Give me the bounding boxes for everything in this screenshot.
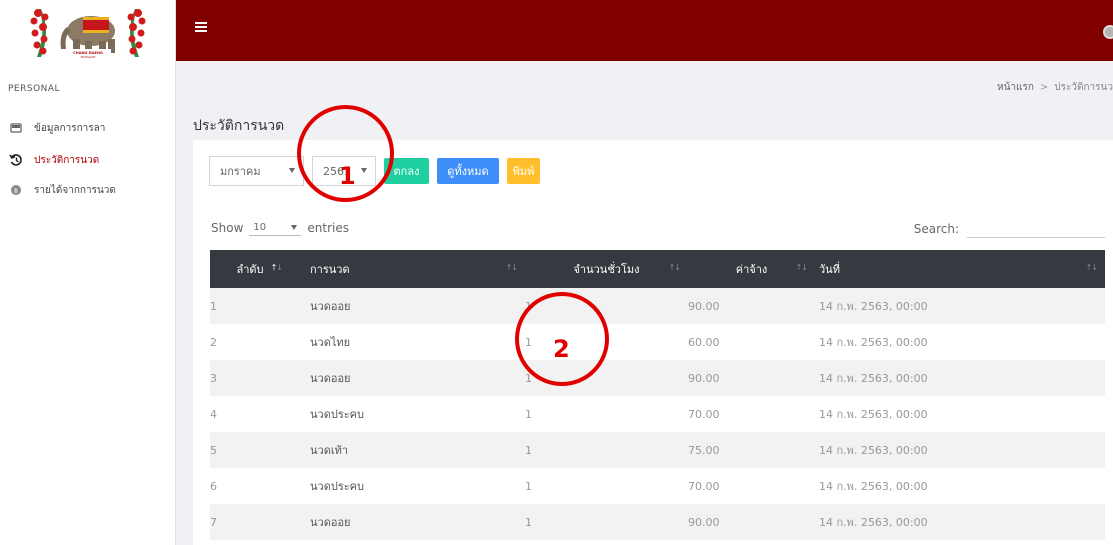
month-select-value: มกราคม — [220, 165, 261, 178]
breadcrumb-current: ประวัติการนว — [1054, 82, 1113, 93]
page-title: ประวัติการนวด — [193, 118, 285, 134]
history-icon — [8, 152, 24, 168]
entries-length-control: Show 10 entries — [211, 220, 349, 236]
sidebar-item-label: ข้อมูลการการลา — [34, 122, 106, 134]
table-row: 4 นวดประคบ 1 70.00 14 ก.พ. 2563, 00:00 — [210, 396, 1105, 432]
search-label: Search: — [913, 222, 959, 236]
entries-label: entries — [307, 221, 349, 235]
column-header-no[interactable]: ลำดับ ↑↓ — [210, 250, 290, 288]
breadcrumb-home-link[interactable]: หน้าแรก — [997, 82, 1034, 93]
svg-text:฿: ฿ — [14, 188, 18, 195]
view-all-button[interactable]: ดูทั้งหมด — [437, 158, 499, 184]
svg-text:MASSAGE: MASSAGE — [80, 55, 95, 59]
sort-icon: ↑↓ — [795, 263, 808, 272]
content-card: มกราคม 2563 ตกลง ดูทั้งหมด พิมพ์ Show 10… — [193, 140, 1113, 545]
print-button[interactable]: พิมพ์ — [507, 158, 540, 184]
card-icon — [8, 120, 24, 136]
annotation-number-1: 1 — [339, 162, 356, 190]
massage-history-table: ลำดับ ↑↓ การนวด ↑↓ จำนวนชั่วโมง ↑↓ ค่าจ้… — [210, 250, 1105, 540]
coin-icon: ฿ — [8, 182, 24, 198]
sidebar: CHANG DAENG MASSAGE PERSONAL ข้อมูลการกา… — [0, 0, 176, 545]
month-select[interactable]: มกราคม — [209, 156, 304, 186]
table-row: 7 นวดออย 1 90.00 14 ก.พ. 2563, 00:00 — [210, 504, 1105, 540]
top-navbar — [176, 0, 1113, 61]
sidebar-item-label: ประวัติการนวด — [34, 154, 100, 166]
entries-length-select[interactable]: 10 — [249, 220, 302, 236]
table-row: 5 นวดเท้า 1 75.00 14 ก.พ. 2563, 00:00 — [210, 432, 1105, 468]
breadcrumb: หน้าแรก > ประวัติการนว — [997, 80, 1113, 95]
sidebar-item-leave-info[interactable]: ข้อมูลการการลา — [0, 110, 176, 146]
table-row: 1 นวดออย 1 90.00 14 ก.พ. 2563, 00:00 — [210, 288, 1105, 324]
column-header-date[interactable]: วันที่ ↑↓ — [815, 250, 1105, 288]
breadcrumb-separator: > — [1039, 82, 1049, 93]
table-row: 6 นวดประคบ 1 70.00 14 ก.พ. 2563, 00:00 — [210, 468, 1105, 504]
chevron-down-icon — [289, 168, 295, 173]
annotation-number-2: 2 — [553, 335, 570, 363]
entries-length-value: 10 — [253, 222, 267, 233]
user-avatar-icon[interactable] — [1103, 25, 1113, 39]
table-header: ลำดับ ↑↓ การนวด ↑↓ จำนวนชั่วโมง ↑↓ ค่าจ้… — [210, 250, 1105, 288]
sidebar-menu: ข้อมูลการการลา ประวัติการนวด ฿ รายได้จาก… — [0, 110, 176, 208]
table-body: 1 นวดออย 1 90.00 14 ก.พ. 2563, 00:00 2 น… — [210, 288, 1105, 540]
table-row: 3 นวดออย 1 90.00 14 ก.พ. 2563, 00:00 — [210, 360, 1105, 396]
logo[interactable]: CHANG DAENG MASSAGE — [0, 0, 175, 61]
show-label: Show — [211, 221, 244, 235]
sort-icon: ↑↓ — [1085, 263, 1098, 272]
sort-icon: ↑↓ — [270, 263, 283, 272]
sidebar-item-massage-income[interactable]: ฿ รายได้จากการนวด — [0, 172, 176, 208]
column-header-massage[interactable]: การนวด ↑↓ — [290, 250, 525, 288]
column-header-hours[interactable]: จำนวนชั่วโมง ↑↓ — [525, 250, 688, 288]
hamburger-icon[interactable] — [195, 22, 207, 34]
chevron-down-icon — [291, 225, 298, 230]
sort-icon: ↑↓ — [668, 263, 681, 272]
search-input[interactable] — [967, 220, 1105, 238]
elephant-logo-icon: CHANG DAENG MASSAGE — [30, 8, 145, 59]
sidebar-section-label: PERSONAL — [8, 84, 61, 94]
sort-icon: ↑↓ — [505, 263, 518, 272]
column-header-wage[interactable]: ค่าจ้าง ↑↓ — [688, 250, 815, 288]
sidebar-item-label: รายได้จากการนวด — [34, 184, 116, 196]
table-row: 2 นวดไทย 1 60.00 14 ก.พ. 2563, 00:00 — [210, 324, 1105, 360]
table-search: Search: — [914, 220, 1105, 238]
